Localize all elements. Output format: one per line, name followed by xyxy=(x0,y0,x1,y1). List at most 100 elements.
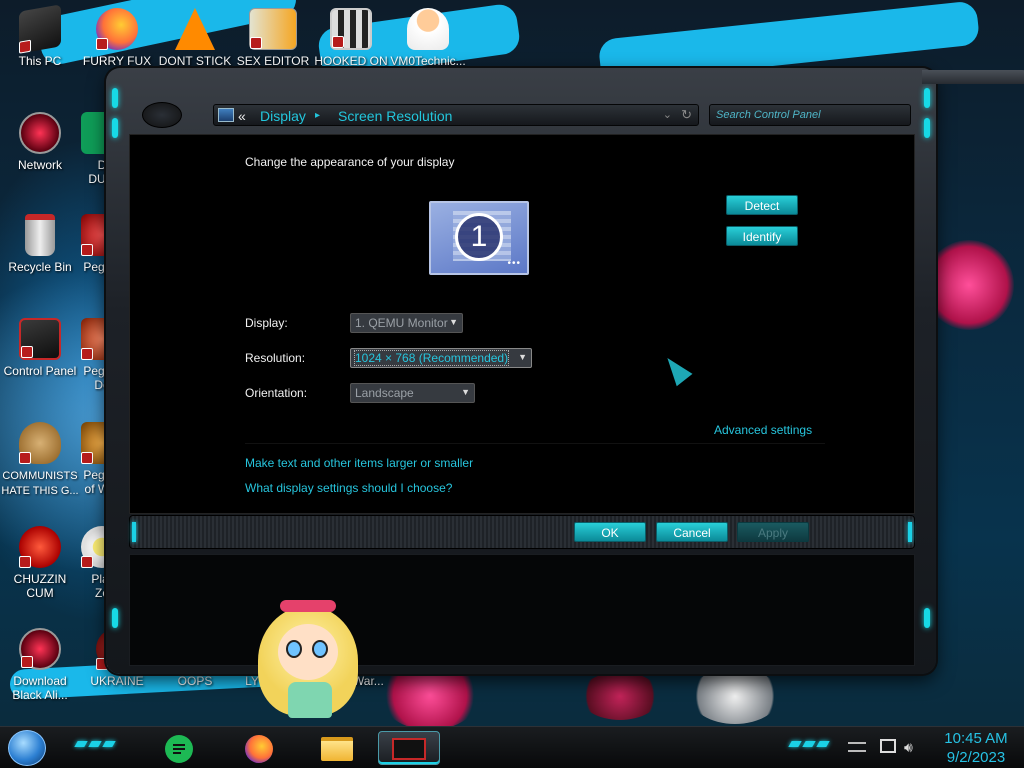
breadcrumb-screen-resolution[interactable]: Screen Resolution xyxy=(338,108,452,124)
desktop-icon-sex-editor[interactable]: SEX EDITOR xyxy=(233,8,313,68)
start-button[interactable] xyxy=(8,730,46,766)
window-rail-accent xyxy=(924,88,930,108)
taskbar-accent xyxy=(802,741,816,747)
icon-label: FURRY FUX xyxy=(82,54,152,68)
window-rail-accent xyxy=(924,118,930,138)
button-bar-accent xyxy=(132,522,136,542)
taskbar-accent xyxy=(74,741,88,747)
desktop-icon-dont-stick[interactable]: DONT STICK xyxy=(155,8,235,68)
window-rail-accent xyxy=(112,608,118,628)
search-input[interactable]: Search Control Panel xyxy=(709,104,911,126)
character-horns xyxy=(280,600,336,612)
window-lower-area xyxy=(129,554,915,666)
clock-date: 9/2/2023 xyxy=(946,749,1006,766)
dialog-button-bar: OK Cancel Apply xyxy=(129,515,915,549)
wallpaper-sneaker xyxy=(924,240,1014,330)
display-settings-help-link[interactable]: What display settings should I choose? xyxy=(245,481,452,495)
desktop-icon-this-pc[interactable]: This PC xyxy=(0,4,80,68)
refresh-icon[interactable]: ↻ xyxy=(681,107,692,123)
file-explorer-icon[interactable] xyxy=(318,731,356,765)
window-rail-accent xyxy=(112,118,118,138)
advanced-settings-link[interactable]: Advanced settings xyxy=(714,423,812,437)
hxd-icon xyxy=(249,8,297,50)
cancel-button[interactable]: Cancel xyxy=(656,522,728,542)
notes-line xyxy=(173,748,185,750)
character-dress xyxy=(288,682,332,718)
money-bag-icon xyxy=(19,422,61,464)
control-panel-icon xyxy=(218,108,234,122)
vlc-cone-icon xyxy=(175,8,215,50)
system-clock[interactable]: 10:45 AM 9/2/2023 xyxy=(936,729,1016,767)
pc-icon xyxy=(19,4,61,54)
monitor-number: 1 xyxy=(470,220,488,253)
firefox-icon[interactable] xyxy=(240,731,278,765)
network-globe-icon xyxy=(19,112,61,154)
taskbar-accent xyxy=(816,741,830,747)
character-eye xyxy=(286,640,302,658)
monitor-1-thumbnail[interactable]: 1 ••• xyxy=(429,201,529,275)
wallpaper-shoe xyxy=(690,668,780,724)
window-rail-accent xyxy=(924,608,930,628)
address-bar[interactable]: « Display ▸ Screen Resolution ⌄ ↻ xyxy=(213,104,699,126)
character-eye xyxy=(312,640,328,658)
icon-label: UKRAINE xyxy=(90,674,144,688)
icon-label: DONT STICK xyxy=(158,54,232,68)
notes-line xyxy=(173,752,181,754)
display-select-value: 1. QEMU Monitor xyxy=(355,316,448,330)
apply-button[interactable]: Apply xyxy=(737,522,809,542)
orientation-select[interactable]: Landscape ▼ xyxy=(350,383,475,403)
icon-label: Download Black Ali... xyxy=(12,674,68,702)
network-globe-icon xyxy=(19,628,61,670)
button-bar-accent xyxy=(908,522,912,542)
cartoon-character-sticker xyxy=(258,600,368,722)
clock-time: 10:45 AM xyxy=(944,730,1008,747)
control-panel-task-glyph xyxy=(392,738,426,760)
taskbar: 🔊︎ 10:45 AM 9/2/2023 xyxy=(0,726,1024,768)
desktop-icon-hooked-on[interactable]: HOOKED ON xyxy=(311,8,391,68)
resolution-select-value: 1024 × 768 (Recommended) xyxy=(353,350,510,366)
network-tray-icon[interactable] xyxy=(880,739,896,753)
back-forward-orb[interactable] xyxy=(142,102,182,128)
desktop-icon-vm0technic[interactable]: VM0Technic... xyxy=(388,8,468,68)
icon-label: Network xyxy=(17,158,62,172)
window-rail-accent xyxy=(112,88,118,108)
window-title-strip xyxy=(922,70,1024,84)
taskbar-accent xyxy=(102,741,116,747)
wallpaper-shoe xyxy=(580,672,660,720)
identify-button[interactable]: Identify xyxy=(726,226,798,246)
control-panel-task-icon[interactable] xyxy=(378,731,440,765)
display-label: Display: xyxy=(245,316,288,330)
breadcrumb-back[interactable]: « xyxy=(238,108,246,124)
display-select[interactable]: 1. QEMU Monitor ▼ xyxy=(350,313,463,333)
control-panel-icon xyxy=(19,318,61,360)
monitor-number-badge: 1 xyxy=(455,213,503,261)
icon-label: This PC xyxy=(18,54,62,68)
breadcrumb-display[interactable]: Display xyxy=(260,108,306,124)
taskbar-accent xyxy=(788,741,802,747)
doctor-icon xyxy=(407,8,449,50)
maze-icon xyxy=(330,8,372,50)
resolution-select[interactable]: 1024 × 768 (Recommended) ▼ xyxy=(350,348,532,368)
volume-tray-icon[interactable]: 🔊︎ xyxy=(904,739,913,756)
orientation-select-value: Landscape xyxy=(355,386,414,400)
screen-resolution-window[interactable]: « Display ▸ Screen Resolution ⌄ ↻ Search… xyxy=(106,68,1024,674)
icon-label: SEX EDITOR xyxy=(236,54,310,68)
desktop-icon-download-black-ali[interactable]: Download Black Ali... xyxy=(0,628,80,702)
page-heading: Change the appearance of your display xyxy=(245,155,455,169)
chevron-down-icon[interactable]: ⌄ xyxy=(663,108,672,121)
divider xyxy=(245,443,825,444)
desktop-icon-furry-fux[interactable]: FURRY FUX xyxy=(77,8,157,68)
ok-button[interactable]: OK xyxy=(574,522,646,542)
icon-label: HOOKED ON xyxy=(314,54,388,68)
mouse-cursor-icon xyxy=(659,351,693,387)
chevron-down-icon: ▼ xyxy=(449,317,458,327)
detect-button[interactable]: Detect xyxy=(726,195,798,215)
resolution-label: Resolution: xyxy=(245,351,306,365)
notes-icon[interactable] xyxy=(160,731,198,765)
folder-icon-glyph xyxy=(321,737,353,761)
show-hidden-icons-button[interactable] xyxy=(848,742,866,752)
firefox-icon xyxy=(96,8,138,50)
text-size-link[interactable]: Make text and other items larger or smal… xyxy=(245,456,473,470)
firefox-icon-glyph xyxy=(245,735,273,763)
breadcrumb-separator: ▸ xyxy=(315,110,321,121)
